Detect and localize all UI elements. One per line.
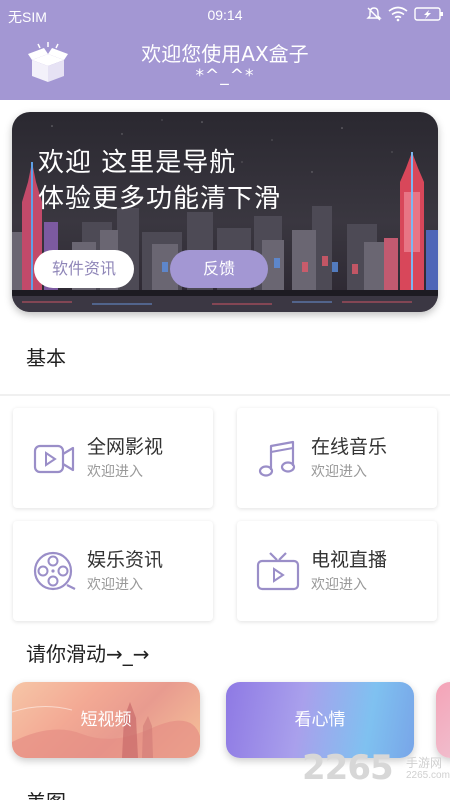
navigation-banner: 欢迎 这里是导航 体验更多功能清下滑 软件资讯 反馈 bbox=[12, 112, 438, 312]
watermark-number: 2265 bbox=[302, 748, 394, 788]
card-subtitle: 欢迎进入 bbox=[311, 577, 367, 593]
software-info-button[interactable]: 软件资讯 bbox=[34, 250, 134, 288]
video-camera-icon bbox=[33, 444, 75, 474]
card-title: 全网影视 bbox=[87, 436, 164, 458]
wifi-icon bbox=[388, 6, 408, 22]
site-watermark: 2265 手游网 2265.com bbox=[302, 748, 450, 794]
banner-subheadline: 体验更多功能清下滑 bbox=[38, 184, 282, 214]
card-entertainment[interactable]: 娱乐资讯 欢迎进入 bbox=[13, 521, 213, 621]
status-icons bbox=[366, 6, 444, 22]
card-subtitle: 欢迎进入 bbox=[87, 577, 143, 593]
card-music[interactable]: 在线音乐 欢迎进入 bbox=[237, 408, 437, 508]
next-card-peek[interactable] bbox=[436, 682, 450, 758]
feedback-button[interactable]: 反馈 bbox=[170, 250, 268, 288]
short-video-label: 短视频 bbox=[80, 710, 132, 730]
card-subtitle: 欢迎进入 bbox=[87, 464, 143, 480]
card-live-tv[interactable]: 电视直播 欢迎进入 bbox=[237, 521, 437, 621]
card-title: 电视直播 bbox=[311, 549, 388, 571]
status-bar: 无SIM 09:14 bbox=[0, 0, 450, 30]
mood-label: 看心情 bbox=[294, 710, 346, 730]
card-subtitle: 欢迎进入 bbox=[311, 464, 367, 480]
section-divider bbox=[0, 394, 450, 396]
watermark-url: 2265.com bbox=[406, 770, 450, 781]
mood-card[interactable]: 看心情 bbox=[226, 682, 414, 758]
music-note-icon bbox=[258, 440, 296, 477]
film-reel-icon bbox=[33, 551, 76, 591]
app-header: 欢迎您使用AX盒子 *^_^* bbox=[0, 30, 450, 100]
section-title-scroll: 请你滑动→_→ bbox=[26, 642, 150, 666]
battery-charging-icon bbox=[414, 7, 443, 21]
card-movies[interactable]: 全网影视 欢迎进入 bbox=[13, 408, 213, 508]
watermark-suffix: 手游网 bbox=[406, 756, 443, 770]
card-title: 在线音乐 bbox=[311, 436, 388, 458]
header-subtitle: *^_^* bbox=[195, 66, 255, 86]
card-title: 娱乐资讯 bbox=[87, 549, 164, 571]
section-title-pictures: 美图 bbox=[26, 786, 66, 800]
tv-icon bbox=[256, 552, 300, 591]
section-title-basic: 基本 bbox=[26, 346, 66, 370]
short-video-card[interactable]: 短视频 bbox=[12, 682, 200, 758]
banner-headline: 欢迎 这里是导航 bbox=[38, 148, 237, 178]
header-title: 欢迎您使用AX盒子 bbox=[141, 42, 309, 66]
mute-icon bbox=[366, 7, 382, 21]
